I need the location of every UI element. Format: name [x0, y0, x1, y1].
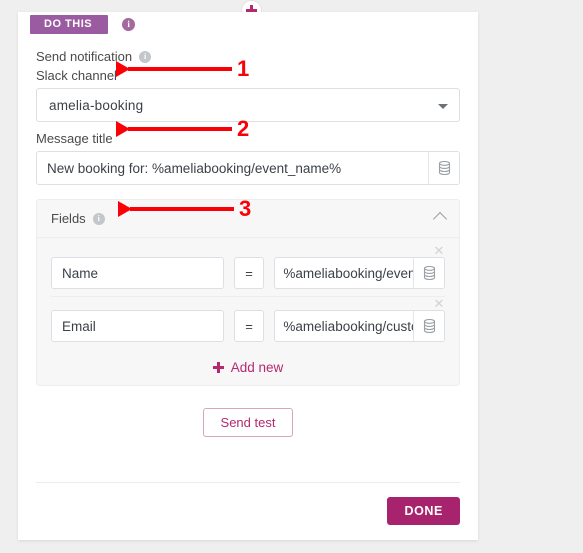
send-notification-label: Send notification i	[36, 48, 460, 65]
info-icon[interactable]: i	[92, 212, 105, 225]
card-body: Send notification i Slack channel amelia…	[18, 36, 478, 437]
info-icon[interactable]: i	[122, 17, 136, 31]
message-title-input-group: New booking for: %ameliabooking/event_na…	[36, 151, 460, 185]
chevron-up-icon[interactable]	[432, 211, 448, 227]
slack-channel-value: amelia-booking	[49, 97, 144, 113]
field-operator: =	[233, 310, 265, 342]
database-icon-button[interactable]	[428, 152, 459, 184]
database-icon	[438, 161, 450, 175]
message-title-input[interactable]: New booking for: %ameliabooking/event_na…	[37, 152, 428, 184]
field-key-input[interactable]: Email	[51, 310, 224, 342]
message-title-text: Message title	[36, 131, 113, 146]
slack-channel-label: Slack channel	[36, 67, 460, 84]
do-this-tag: DO THIS	[30, 14, 109, 34]
database-icon-button[interactable]	[413, 311, 445, 341]
close-icon[interactable]: ✕	[433, 244, 445, 257]
fields-title: Fields	[51, 211, 86, 226]
send-test-button[interactable]: Send test	[202, 408, 294, 437]
message-title-label: Message title	[36, 130, 460, 147]
add-new-button[interactable]: Add new	[212, 359, 284, 375]
fields-row-list: ✕ Name = %ameliabooking/event_nam	[37, 237, 459, 385]
chevron-down-icon	[438, 104, 448, 109]
send-test-row: Send test	[36, 408, 460, 437]
footer-divider	[36, 482, 460, 483]
do-this-card: DO THIS i Send notification i Slack chan…	[18, 12, 478, 540]
fields-panel: Fields i ✕ Name = %ameliabooking/event_n…	[36, 199, 460, 386]
field-key-input[interactable]: Name	[51, 257, 224, 289]
field-operator: =	[233, 257, 265, 289]
field-value-input[interactable]: %ameliabooking/event_nam	[275, 258, 413, 288]
send-notification-text: Send notification	[36, 49, 133, 64]
slack-channel-select[interactable]: amelia-booking	[36, 88, 460, 122]
fields-panel-header[interactable]: Fields i	[37, 200, 459, 237]
add-new-row[interactable]: Add new	[51, 349, 445, 385]
info-icon[interactable]: i	[139, 50, 152, 63]
done-button[interactable]: DONE	[387, 496, 460, 525]
field-value-input[interactable]: %ameliabooking/customer_	[275, 311, 413, 341]
close-icon[interactable]: ✕	[433, 297, 445, 310]
field-value-input-group: %ameliabooking/event_nam	[274, 257, 446, 289]
card-header: DO THIS i	[18, 12, 478, 36]
database-icon-button[interactable]	[413, 258, 445, 288]
field-row-inputs: Email = %ameliabooking/customer_	[51, 310, 446, 342]
table-row: ✕ Name = %ameliabooking/event_nam	[51, 244, 446, 296]
plus-icon	[212, 361, 224, 373]
field-value-input-group: %ameliabooking/customer_	[274, 310, 446, 342]
database-icon	[423, 319, 435, 333]
table-row: ✕ Email = %ameliabooking/customer_	[51, 296, 446, 349]
database-icon	[423, 266, 435, 280]
slack-channel-text: Slack channel	[36, 68, 117, 83]
add-new-label: Add new	[230, 359, 284, 375]
field-row-inputs: Name = %ameliabooking/event_nam	[51, 257, 446, 289]
